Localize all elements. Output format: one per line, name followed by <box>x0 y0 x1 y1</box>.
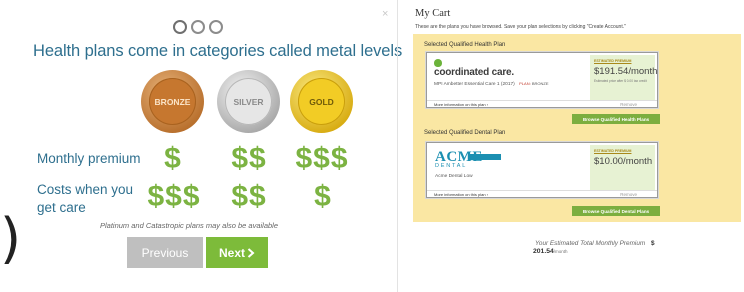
parenthesis-glyph: ) <box>0 207 22 270</box>
dental-more-info-link[interactable]: More information on this plan › <box>434 192 488 197</box>
premium-bronze: $ <box>164 142 182 175</box>
page-dot-1[interactable] <box>173 20 187 34</box>
costs-label-line1: Costs when you <box>37 182 134 197</box>
tier-value: BRONZE <box>531 81 549 86</box>
acme-logo-bar <box>469 154 501 160</box>
next-button[interactable]: Next <box>206 237 268 268</box>
health-section-label: Selected Qualified Health Plan <box>424 42 506 48</box>
bronze-label: BRONZE <box>149 78 196 125</box>
browse-health-plans-button[interactable]: Browse Qualified Health Plans <box>572 114 660 124</box>
health-price-note: Estimated price after $ 0.00 tax credit <box>594 79 647 83</box>
dental-plan-name: Acme Dental Low <box>435 174 473 179</box>
costs-bronze: $$$ <box>147 180 201 213</box>
monthly-premium-label: Monthly premium <box>37 151 141 166</box>
dental-card-footer: More information on this plan › Remove <box>427 190 657 197</box>
dental-plan-info: ACME DENTAL Acme Dental Low <box>429 145 589 191</box>
panel-title: Health plans come in categories called m… <box>33 42 403 60</box>
health-price: $191.54/month <box>594 66 658 77</box>
costs-silver: $$ <box>231 180 267 213</box>
previous-label: Previous <box>141 245 189 260</box>
total-label-text: Your Estimated Total Monthly Premium <box>535 240 646 247</box>
dental-remove-link[interactable]: Remove <box>620 192 637 197</box>
acme-logo-sub: DENTAL <box>435 163 468 169</box>
plan-label: PLAN: <box>519 81 531 86</box>
previous-button[interactable]: Previous <box>127 237 203 268</box>
browse-dental-plans-button[interactable]: Browse Qualified Dental Plans <box>572 206 660 216</box>
dental-premium-box: ESTIMATED PREMIUM $10.00/month <box>590 145 655 191</box>
dental-section-label: Selected Qualified Dental Plan <box>424 130 506 136</box>
health-plan-tier: PLAN: BRONZE <box>519 81 548 86</box>
premium-gold: $$$ <box>295 142 349 175</box>
cart-box: Selected Qualified Health Plan coordinat… <box>413 34 741 222</box>
total-premium-label: Your Estimated Total Monthly Premium $ <box>535 240 655 247</box>
coordinated-care-logo: coordinated care. <box>434 67 514 78</box>
health-estimated-label: ESTIMATED PREMIUM <box>594 59 632 63</box>
silver-medal-icon: SILVER <box>217 70 280 133</box>
total-amount-unit: /month <box>553 249 568 254</box>
footnote: Platinum and Catastropic plans may also … <box>100 221 279 230</box>
gold-medal-icon: GOLD <box>290 70 353 133</box>
premium-silver: $$ <box>231 142 267 175</box>
metal-levels-panel: × Health plans come in categories called… <box>0 0 402 292</box>
health-premium-box: ESTIMATED PREMIUM $191.54/month Estimate… <box>590 55 658 101</box>
gold-label: GOLD <box>298 78 345 125</box>
total-premium-amount: 201.54/month <box>533 248 568 255</box>
apple-logo-icon <box>434 59 442 67</box>
health-plan-info: coordinated care. MPI Ambetter Essential… <box>429 55 589 101</box>
health-remove-link[interactable]: Remove <box>620 102 637 107</box>
costs-label-line2: get care <box>37 200 86 215</box>
pagination-dots <box>173 20 223 34</box>
silver-label: SILVER <box>225 78 272 125</box>
health-plan-title: MPI Ambetter Essential Care 1 (2017) <box>434 82 515 87</box>
costs-gold: $ <box>314 180 332 213</box>
cart-title: My Cart <box>415 8 451 19</box>
panel-divider <box>397 0 398 292</box>
total-currency: $ <box>651 240 655 247</box>
page-dot-3[interactable] <box>209 20 223 34</box>
cart-description: These are the plans you have browsed. Sa… <box>415 24 626 30</box>
costs-when-care-label: Costs when you get care <box>37 181 133 217</box>
health-plan-card: coordinated care. MPI Ambetter Essential… <box>426 52 658 108</box>
health-card-footer: More information on this plan › Remove <box>427 100 657 107</box>
next-label: Next <box>218 245 245 260</box>
dental-plan-card: ACME DENTAL Acme Dental Low ESTIMATED PR… <box>426 142 658 198</box>
chevron-right-icon <box>247 247 255 258</box>
health-more-info-link[interactable]: More information on this plan › <box>434 102 488 107</box>
total-amount-value: 201.54 <box>533 248 554 255</box>
page-dot-2[interactable] <box>191 20 205 34</box>
health-plan-name: MPI Ambetter Essential Care 1 (2017) PLA… <box>434 81 549 87</box>
dental-estimated-label: ESTIMATED PREMIUM <box>594 149 632 153</box>
bronze-medal-icon: BRONZE <box>141 70 204 133</box>
my-cart-panel: My Cart These are the plans you have bro… <box>410 0 744 262</box>
close-icon[interactable]: × <box>382 9 388 20</box>
dental-price: $10.00/month <box>594 156 653 167</box>
